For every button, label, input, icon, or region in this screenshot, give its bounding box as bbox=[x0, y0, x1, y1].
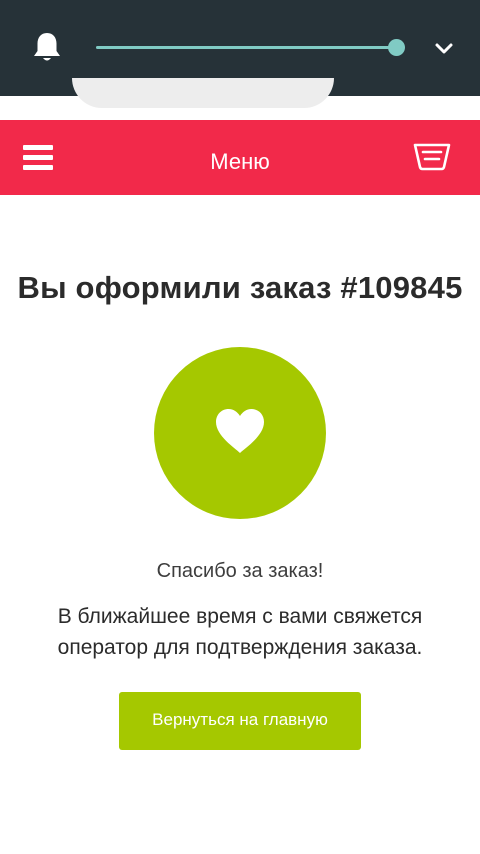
operator-info-message: В ближайшее время с вами свяжется операт… bbox=[57, 605, 423, 659]
bell-icon[interactable] bbox=[31, 31, 63, 65]
brightness-slider-thumb[interactable] bbox=[388, 39, 405, 56]
header-title: Меню bbox=[210, 149, 270, 174]
search-pill-edge bbox=[72, 78, 334, 108]
brightness-slider-fill bbox=[96, 46, 396, 49]
back-home-button[interactable]: Вернуться на главную bbox=[119, 692, 361, 750]
order-title: Вы оформили заказ #109845 bbox=[17, 270, 463, 305]
hamburger-menu-icon[interactable] bbox=[23, 145, 53, 171]
chevron-down-icon[interactable] bbox=[433, 40, 455, 58]
cart-icon[interactable] bbox=[413, 140, 451, 172]
thanks-message: Спасибо за заказ! bbox=[156, 560, 324, 582]
heart-icon bbox=[216, 409, 264, 453]
app-header: Меню bbox=[0, 120, 480, 195]
success-badge bbox=[154, 347, 326, 519]
brightness-slider[interactable] bbox=[96, 39, 405, 56]
